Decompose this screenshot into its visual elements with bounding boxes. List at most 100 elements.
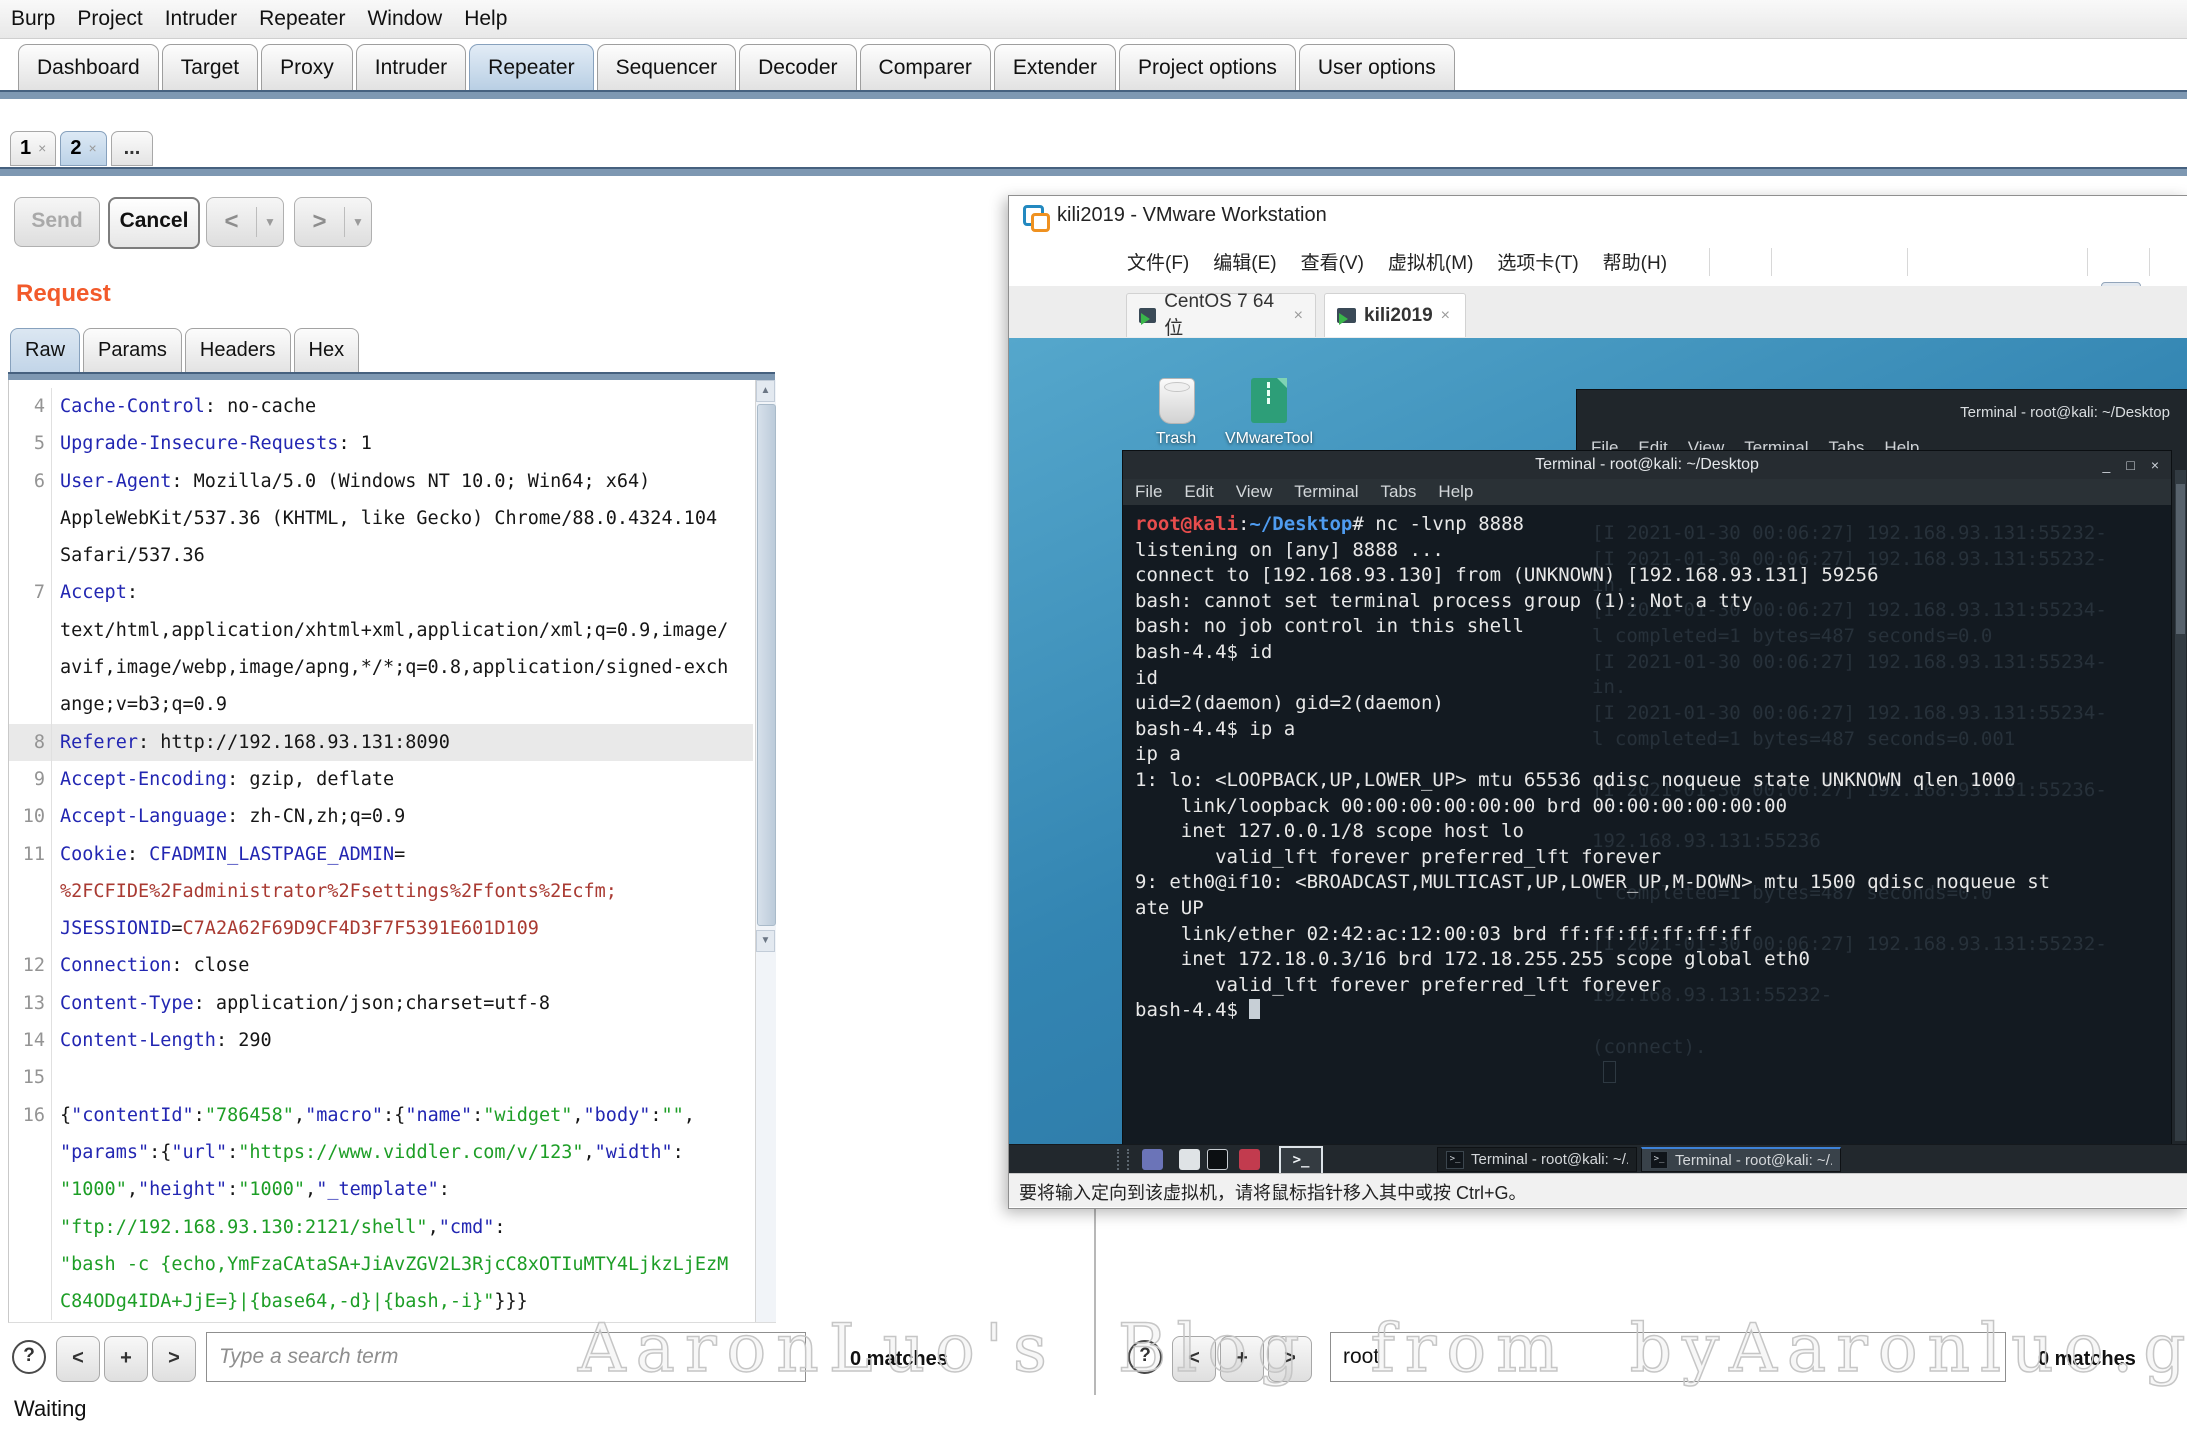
ghost-log-line: (connect). [1592,1036,1706,1058]
terminal-menu-view[interactable]: View [1236,482,1273,502]
maximize-icon[interactable]: □ [2126,451,2134,479]
search-prev-button[interactable]: < [1172,1336,1216,1382]
app-grid-icon[interactable] [1142,1149,1163,1170]
tab-sequencer[interactable]: Sequencer [597,44,737,90]
request-line: 6User-Agent: Mozilla/5.0 (Windows NT 10.… [9,463,753,500]
editor-tab-headers[interactable]: Headers [185,328,291,372]
taskbar-button-terminal[interactable]: >_Terminal - root@kali: ~/... [1437,1147,1637,1172]
vmware-title-bar[interactable]: kili2019 - VMware Workstation [1009,196,2187,236]
scroll-up-icon[interactable]: ▲ [756,380,775,402]
tab-decoder[interactable]: Decoder [739,44,856,90]
minimize-icon[interactable]: _ [2103,451,2111,479]
toolbar-separator [1709,248,1710,276]
vm-tab-kili2019[interactable]: kili2019× [1324,293,1466,337]
search-next-button[interactable]: > [1268,1336,1312,1382]
next-request-button[interactable]: > ▼ [294,197,372,247]
line-number [9,910,52,947]
terminal-app-icon[interactable] [1207,1149,1228,1170]
editor-tab-params[interactable]: Params [83,328,182,372]
request-line: 4Cache-Control: no-cache [9,388,753,425]
close-tab-icon[interactable]: × [88,132,96,165]
tab-dashboard[interactable]: Dashboard [18,44,159,90]
terminal-menu-tabs[interactable]: Tabs [1381,482,1417,502]
terminal-launcher-icon[interactable]: >_ [1279,1146,1323,1173]
terminal-line: root@kali:~/Desktop# nc -lvnp 8888 [1135,512,2050,538]
request-line: AppleWebKit/537.36 (KHTML, like Gecko) C… [9,500,753,537]
editor-tab-hex[interactable]: Hex [294,328,360,372]
tab-proxy[interactable]: Proxy [261,44,353,90]
menu-item-repeater[interactable]: Repeater [248,0,356,37]
scrollbar-thumb[interactable] [757,404,776,926]
close-tab-icon[interactable]: × [38,132,46,165]
vm-guest-display[interactable]: Trash VMwareTool s-10.3.10-1... Terminal… [1009,338,2187,1173]
pane-divider[interactable] [1094,1209,1096,1395]
vmware-menu-t[interactable]: 选项卡(T) [1497,248,1578,275]
menu-item-help[interactable]: Help [453,0,518,37]
search-help-icon[interactable]: ? [1128,1340,1162,1374]
repeater-tab-2[interactable]: 2× [60,131,106,166]
background-terminal-title: Terminal - root@kali: ~/Desktop [1960,404,2170,421]
vmware-tools-icon[interactable] [1251,378,1287,423]
search-add-button[interactable]: + [104,1336,148,1382]
search-next-button[interactable]: > [152,1336,196,1382]
menu-item-window[interactable]: Window [356,0,453,37]
terminal-menu-terminal[interactable]: Terminal [1294,482,1358,502]
menu-item-intruder[interactable]: Intruder [154,0,248,37]
send-button[interactable]: Send [14,197,100,247]
previous-request-button[interactable]: < ▼ [206,197,284,247]
tab-extender[interactable]: Extender [994,44,1116,90]
toolbar-separator [2149,248,2150,276]
terminal-cursor [1249,999,1260,1019]
vmware-status-text: 要将输入定向到该虚拟机，请将鼠标指针移入其中或按 Ctrl+G。 [1019,1179,1527,1205]
repeater-tab-1[interactable]: 1× [10,131,56,166]
tab-repeater[interactable]: Repeater [469,44,593,90]
tab-target[interactable]: Target [162,44,258,90]
more-tabs-button[interactable]: ... [111,131,154,166]
menu-item-project[interactable]: Project [66,0,153,37]
terminal-window[interactable]: Terminal - root@kali: ~/Desktop _ □ × Fi… [1122,450,2172,1144]
toolbar-separator [1771,248,1772,276]
terminal-menu-file[interactable]: File [1135,482,1162,502]
taskbar-button-terminal[interactable]: >_Terminal - root@kali: ~/... [1641,1147,1841,1172]
trash-icon[interactable] [1159,378,1195,424]
chevron-down-icon[interactable]: ▼ [345,215,371,229]
request-line: 16{"contentId":"786458","macro":{"name":… [9,1097,753,1134]
vm-tab-centos-7-64[interactable]: CentOS 7 64 位× [1126,293,1316,337]
tab-comparer[interactable]: Comparer [860,44,991,90]
close-icon[interactable]: × [2151,451,2159,479]
terminal-content[interactable]: [I 2021-01-30 00:06:27] 192.168.93.131:5… [1123,505,2171,1145]
vmware-menu-f[interactable]: 文件(F) [1127,248,1189,275]
line-number: 12 [9,947,52,984]
terminal-line: 9: eth0@if10: <BROADCAST,MULTICAST,UP,LO… [1135,870,2050,896]
line-number: 6 [9,463,52,500]
vmware-menu-v[interactable]: 查看(V) [1301,248,1364,275]
cancel-button[interactable]: Cancel [108,197,200,249]
request-search-input[interactable] [206,1332,806,1382]
media-app-icon[interactable] [1239,1149,1260,1170]
taskbar-grip-icon[interactable] [1117,1149,1129,1170]
terminal-menu-help[interactable]: Help [1438,482,1473,502]
request-scrollbar[interactable]: ▲ ▼ [755,380,776,1322]
close-tab-icon[interactable]: × [1294,307,1303,325]
close-tab-icon[interactable]: × [1441,307,1450,325]
request-editor[interactable]: 4Cache-Control: no-cache5Upgrade-Insecur… [8,380,776,1323]
search-prev-button[interactable]: < [56,1336,100,1382]
menu-item-burp[interactable]: Burp [0,0,66,37]
editor-tab-raw[interactable]: Raw [10,328,80,372]
repeater-sub-tabs: 1×2×... [10,131,153,165]
file-manager-icon[interactable] [1179,1149,1200,1170]
chevron-down-icon[interactable]: ▼ [257,215,283,229]
tab-user-options[interactable]: User options [1299,44,1455,90]
scroll-down-icon[interactable]: ▼ [756,930,775,952]
vmware-menu-m[interactable]: 虚拟机(M) [1388,248,1473,275]
vmware-menu-h[interactable]: 帮助(H) [1603,248,1667,275]
tab-project-options[interactable]: Project options [1119,44,1296,90]
search-help-icon[interactable]: ? [12,1340,46,1374]
background-terminal-scrollbar[interactable] [2175,470,2186,1141]
tab-intruder[interactable]: Intruder [356,44,466,90]
vmware-menu-e[interactable]: 编辑(E) [1213,248,1276,275]
response-search-input[interactable] [1330,1332,2006,1382]
terminal-title-bar[interactable]: Terminal - root@kali: ~/Desktop _ □ × [1123,451,2171,479]
terminal-menu-edit[interactable]: Edit [1184,482,1213,502]
search-add-button[interactable]: + [1220,1336,1264,1382]
